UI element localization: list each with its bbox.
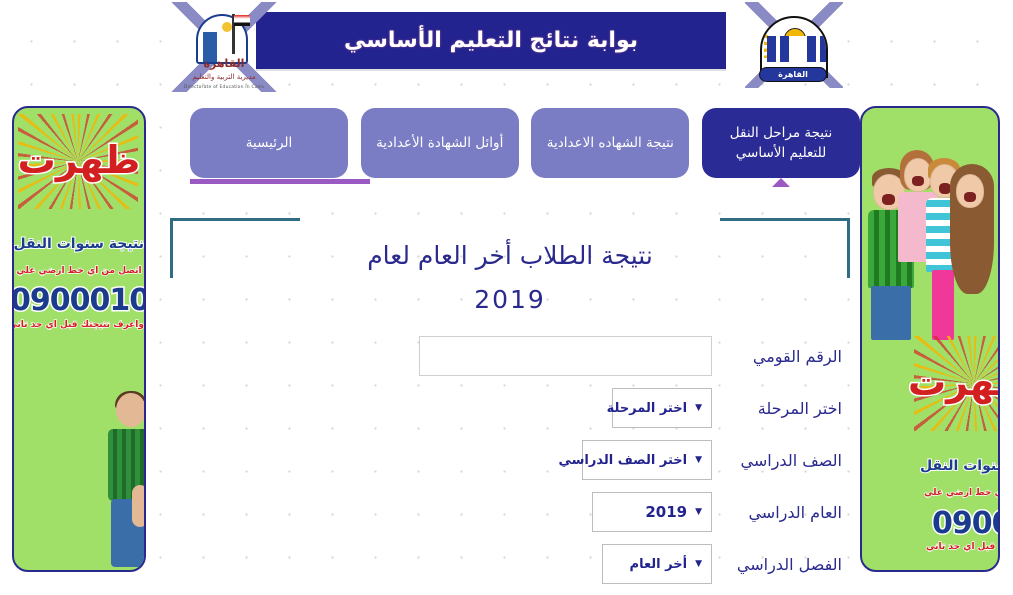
logo-subtitle-english: Directorate of Education in Cairo [183, 85, 265, 90]
term-select[interactable]: ▼ أخر العام [602, 544, 712, 584]
grade-select[interactable]: ▼ اختر الصف الدراسي [558, 440, 712, 480]
national-id-input[interactable] [419, 336, 712, 376]
form-row-stage: اختر المرحلة ▼ اختر المرحلة [170, 388, 850, 428]
label-grade: الصف الدراسي [740, 450, 842, 470]
left-ad-headline: ظهرت [16, 137, 142, 184]
chevron-down-icon: ▼ [695, 403, 702, 413]
results-form-panel: نتيجة الطلاب أخر العام لعام 2019 الرقم ا… [170, 218, 850, 595]
right-ad-headline: ظهرت [907, 359, 998, 406]
children-photo [866, 122, 998, 340]
page-header-title: بوابة نتائج التعليم الأساسي [343, 28, 639, 53]
child-arm [132, 485, 144, 527]
logo-name-arabic: القاهرة [203, 57, 245, 70]
directorate-logo: القاهرة مديرية التربية والتعليم Director… [170, 2, 278, 92]
page-title-text: نتيجة الطلاب أخر العام لعام [367, 241, 653, 270]
sun-gate-emblem-icon: القاهرة [757, 10, 831, 82]
active-tab-underline [190, 179, 370, 184]
left-ad-banner[interactable]: ظهرت نتيجة سنوات النقل اتصل من اي خط ارض… [12, 106, 146, 572]
chevron-down-icon: ▼ [695, 559, 702, 569]
kid-4-head [956, 174, 984, 208]
form-row-national-id: الرقم القومي [170, 336, 850, 376]
logo-subtitle-arabic: مديرية التربية والتعليم [192, 73, 256, 81]
stage-select[interactable]: ▼ اختر المرحلة [607, 388, 712, 428]
left-ad-phone-number: 09000100 [12, 282, 144, 320]
main-navigation: نتيجة مراحل النقل للتعليم الأساسي نتيجة … [190, 108, 860, 188]
label-stage: اختر المرحلة [757, 398, 842, 418]
label-national-id: الرقم القومي [752, 346, 842, 366]
right-ad-banner[interactable]: ظهرت نتيجة سنوات النقل اتصل من اي خط ارض… [860, 106, 1000, 572]
label-term: الفصل الدراسي [736, 554, 842, 574]
tab-top-preparatory-students[interactable]: أوائل الشهادة الأعدادية [360, 108, 519, 178]
page-title: نتيجة الطلاب أخر العام لعام 2019 [170, 234, 850, 322]
pillars-shape [767, 36, 826, 62]
left-ad-line1: نتيجة سنوات النقل [13, 235, 144, 253]
student-result-form: الرقم القومي اختر المرحلة ▼ اختر المرحلة… [170, 336, 850, 595]
kid-2-mouth [912, 176, 924, 186]
kid-4-mouth [964, 192, 976, 202]
academic-year-select[interactable]: ▼ 2019 [592, 492, 712, 532]
page-root: بوابة نتائج التعليم الأساسي القاهرة مدير… [0, 0, 1013, 595]
academic-year-select-value: 2019 [645, 503, 688, 521]
child-head [116, 393, 144, 427]
right-ad-line3: واعرف نتيجتك قبل اي حد تاني [925, 541, 998, 552]
kid-4 [950, 164, 996, 324]
tab-home[interactable]: الرئيسية [190, 108, 349, 178]
right-ad-phone-number: 09000100 [931, 505, 999, 543]
form-row-academic-year: العام الدراسي ▼ 2019 [170, 492, 850, 532]
header-banner: بوابة نتائج التعليم الأساسي [256, 12, 726, 69]
right-ad-line2: اتصل من اي خط ارضي علي [923, 487, 998, 498]
stage-select-value: اختر المرحلة [606, 400, 688, 416]
chevron-down-icon: ▼ [695, 455, 702, 465]
right-ad-line1: نتيجة سنوات النقل [919, 457, 998, 475]
tab-transfer-stages-result[interactable]: نتيجة مراحل النقل للتعليم الأساسي [702, 108, 860, 178]
tab-preparatory-certificate-result[interactable]: نتيجة الشهاده الاعدادية [531, 108, 690, 178]
chevron-down-icon: ▼ [695, 507, 702, 517]
page-title-year: 2019 [474, 284, 546, 314]
grade-select-value: اختر الصف الدراسي [558, 452, 688, 468]
left-ad-line2: اتصل من اي خط ارضي علي [16, 265, 143, 276]
cairo-governorate-logo: القاهرة [745, 2, 843, 88]
form-row-grade: الصف الدراسي ▼ اختر الصف الدراسي [170, 440, 850, 480]
egypt-flag-icon [234, 15, 250, 26]
label-academic-year: العام الدراسي [748, 502, 842, 522]
emblem-banner-text: القاهرة [759, 67, 827, 82]
kid-1-mouth [882, 194, 895, 205]
term-select-value: أخر العام [629, 556, 688, 572]
child-photo [106, 391, 144, 568]
form-row-term: الفصل الدراسي ▼ أخر العام [170, 544, 850, 584]
left-ad-line3: واعرف نتيجتك قبل اي حد تاني [12, 319, 144, 330]
